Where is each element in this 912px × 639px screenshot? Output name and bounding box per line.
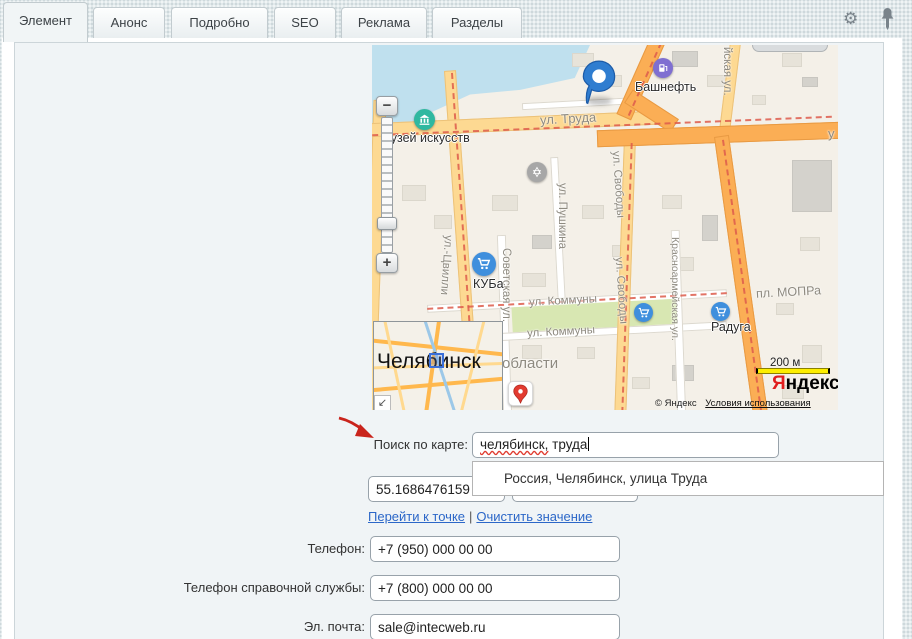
map-building [702, 215, 718, 241]
tab-element[interactable]: Элемент [3, 2, 88, 42]
map-building [752, 95, 766, 105]
text-caret [588, 437, 589, 451]
tab-reklama[interactable]: Реклама [341, 7, 427, 39]
map-building [577, 347, 595, 359]
street-label: ул.-Цвилли [438, 235, 454, 296]
map-building [782, 53, 802, 67]
red-placemark-balloon[interactable] [508, 381, 533, 406]
map-building [402, 185, 426, 201]
map-building [802, 345, 822, 363]
map-building [522, 273, 546, 287]
map-building [662, 195, 682, 209]
poi-label-raduga: Радуга [711, 320, 751, 334]
street-label: ул. Пушкина [556, 183, 568, 249]
map-building [434, 215, 452, 229]
tab-anons[interactable]: Анонс [93, 7, 165, 39]
annotation-arrow [336, 414, 380, 448]
region-label: области [502, 355, 558, 372]
support-phone-label: Телефон справочной службы: [100, 575, 365, 601]
gear-icon[interactable]: ⚙ [843, 9, 858, 29]
street-label: у [828, 126, 835, 141]
page: Элемент Анонс Подробно SEO Реклама Разде… [0, 0, 912, 639]
yandex-logo: Яндекс [772, 373, 838, 395]
tab-razdely[interactable]: Разделы [432, 7, 522, 39]
map-copyright: © Яндекс [655, 398, 697, 409]
email-label: Эл. почта: [180, 614, 365, 639]
tab-podrobno[interactable]: Подробно [171, 7, 268, 39]
email-input[interactable] [370, 614, 620, 639]
pushpin-icon[interactable] [881, 8, 894, 35]
zoom-out-button[interactable]: − [376, 96, 398, 116]
map-building [800, 237, 820, 251]
shopping-cart-icon[interactable] [634, 303, 653, 322]
map-search-input[interactable]: челябинск, труда [472, 432, 779, 458]
map-building [582, 205, 604, 219]
suggestion-item[interactable]: Россия, Челябинск, улица Труда [504, 462, 883, 495]
map-building [792, 160, 832, 212]
blue-placemark-icon[interactable] [581, 59, 617, 107]
map-building [776, 303, 794, 315]
street-label: йская ул. [721, 47, 733, 96]
map-control-handle[interactable] [752, 45, 828, 52]
search-suggestion-dropdown: Россия, Челябинск, улица Труда [472, 461, 884, 496]
zoom-in-button[interactable]: + [376, 253, 398, 273]
zoom-slider-handle[interactable] [377, 217, 397, 230]
phone-input[interactable] [370, 536, 620, 562]
minimap-viewport-box[interactable] [429, 353, 444, 368]
minimap[interactable]: Челябинск ↙ [373, 321, 503, 410]
map-building [492, 195, 518, 211]
support-phone-input[interactable] [370, 575, 620, 601]
map-building [632, 377, 650, 389]
fuel-icon[interactable] [653, 58, 673, 78]
street-label: ул. Труда [540, 110, 597, 128]
shopping-cart-icon[interactable] [711, 302, 730, 321]
map-building [802, 77, 818, 87]
street-label: пл. МОПРа [756, 283, 822, 300]
poi-label-bashneft: Башнефть [635, 80, 696, 94]
poi-label-kuba: КУБа [473, 277, 504, 291]
map-links: Перейти к точке|Очистить значение [368, 509, 592, 524]
street-label: ул. Коммуны [527, 324, 596, 340]
clear-value-link[interactable]: Очистить значение [476, 509, 592, 524]
yandex-map[interactable]: ул. Труда ул. Пушкина Советская ул. ул. … [372, 45, 838, 410]
shopping-cart-icon[interactable] [472, 252, 496, 276]
minimap-expand-icon[interactable]: ↙ [374, 395, 391, 410]
map-building [532, 235, 552, 249]
zoom-slider-track[interactable] [381, 117, 393, 253]
museum-icon[interactable] [414, 109, 435, 130]
tab-seo[interactable]: SEO [274, 7, 336, 39]
map-building [672, 51, 698, 67]
phone-label: Телефон: [180, 536, 365, 562]
poi-label-museum: музей искусств [382, 131, 470, 145]
star-of-david-icon[interactable] [527, 162, 547, 182]
street-label: Красноармейская ул. [669, 237, 681, 341]
goto-point-link[interactable]: Перейти к точке [368, 509, 465, 524]
terms-of-use-link[interactable]: Условия использования [705, 398, 810, 409]
